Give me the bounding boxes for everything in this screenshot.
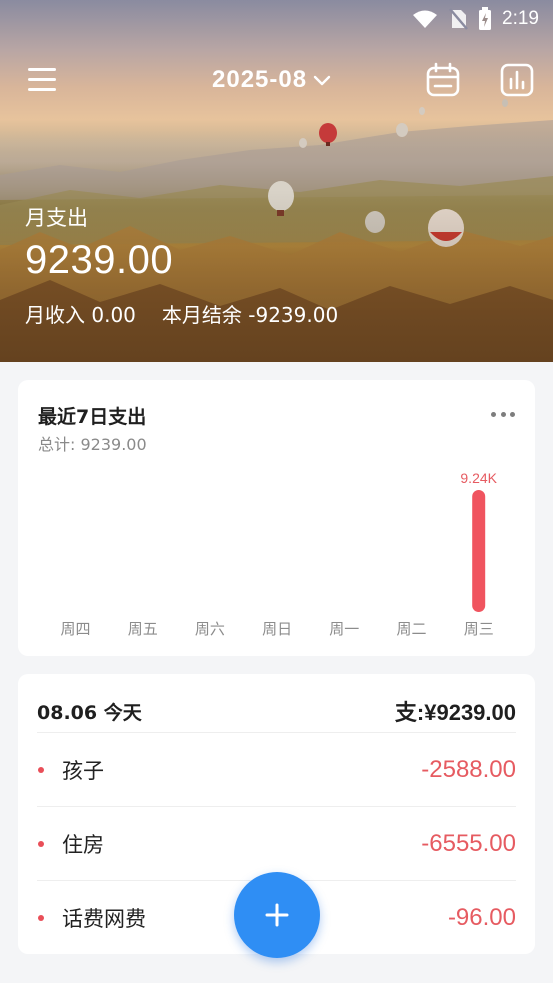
bullet-dot-icon xyxy=(38,840,44,847)
day-header: 08.06 今天 支:¥9239.00 xyxy=(37,690,516,732)
chart-x-tick-label: 周日 xyxy=(262,620,292,638)
chart-x-tick-label: 周六 xyxy=(195,620,225,638)
record-item[interactable]: 孩子 -2588.00 xyxy=(37,732,516,806)
expense-value: 9239.00 xyxy=(25,238,174,282)
income-text: 月收入 0.00 xyxy=(25,303,136,327)
chart-x-tick-label: 周五 xyxy=(128,620,158,638)
balance-text: 本月结余 -9239.00 xyxy=(161,303,339,327)
chart-x-tick-label: 周二 xyxy=(396,620,426,638)
record-amount: -2588.00 xyxy=(421,755,516,783)
chevron-down-icon xyxy=(313,75,331,86)
chart-x-tick-label: 周三 xyxy=(464,620,494,638)
weekly-expense-card: 最近7日支出 总计: 9239.00 周四 周五 周六 周日 周一 周二 9.24K 周三 xyxy=(18,380,535,656)
record-amount: -6555.00 xyxy=(421,829,516,857)
month-text: 2025-08 xyxy=(212,66,308,93)
calendar-icon xyxy=(426,62,460,97)
menu-button[interactable] xyxy=(28,68,58,92)
menu-icon xyxy=(28,68,58,91)
status-time: 2:19 xyxy=(502,8,539,29)
chart-data-label: 9.24K xyxy=(460,470,497,486)
bullet-dot-icon xyxy=(38,914,44,921)
no-sim-icon xyxy=(449,8,468,30)
chart-bar xyxy=(472,490,486,612)
weekly-bar-chart: 周四 周五 周六 周日 周一 周二 9.24K 周三 xyxy=(60,470,497,638)
statistics-button[interactable] xyxy=(499,62,535,98)
chart-x-tick-label: 周四 xyxy=(60,620,90,638)
status-bar: 2:19 xyxy=(0,0,553,38)
bullet-dot-icon xyxy=(38,766,44,773)
expense-label: 月支出 xyxy=(25,206,88,230)
day-date: 08.06 今天 xyxy=(37,701,142,724)
record-category: 孩子 xyxy=(62,758,104,783)
chart-x-tick-label: 周一 xyxy=(329,620,359,638)
summary-row: 月收入 0.00 本月结余 -9239.00 xyxy=(25,299,338,328)
add-record-button[interactable] xyxy=(234,872,320,958)
month-summary: 月支出 9239.00 月收入 0.00 本月结余 -9239.00 xyxy=(25,202,338,328)
record-item[interactable]: 住房 -6555.00 xyxy=(37,806,516,880)
calendar-button[interactable] xyxy=(425,62,461,98)
top-bar: 2025-08 xyxy=(0,56,553,104)
wifi-icon xyxy=(413,10,438,28)
record-category: 住房 xyxy=(62,832,104,857)
record-amount: -96.00 xyxy=(447,903,516,931)
plus-icon xyxy=(265,903,289,927)
battery-charging-icon xyxy=(479,7,492,30)
month-picker[interactable]: 2025-08 xyxy=(212,64,331,96)
day-total: 支:¥9239.00 xyxy=(394,700,516,725)
balloon-4 xyxy=(319,123,337,146)
bar-chart-icon xyxy=(500,63,534,97)
